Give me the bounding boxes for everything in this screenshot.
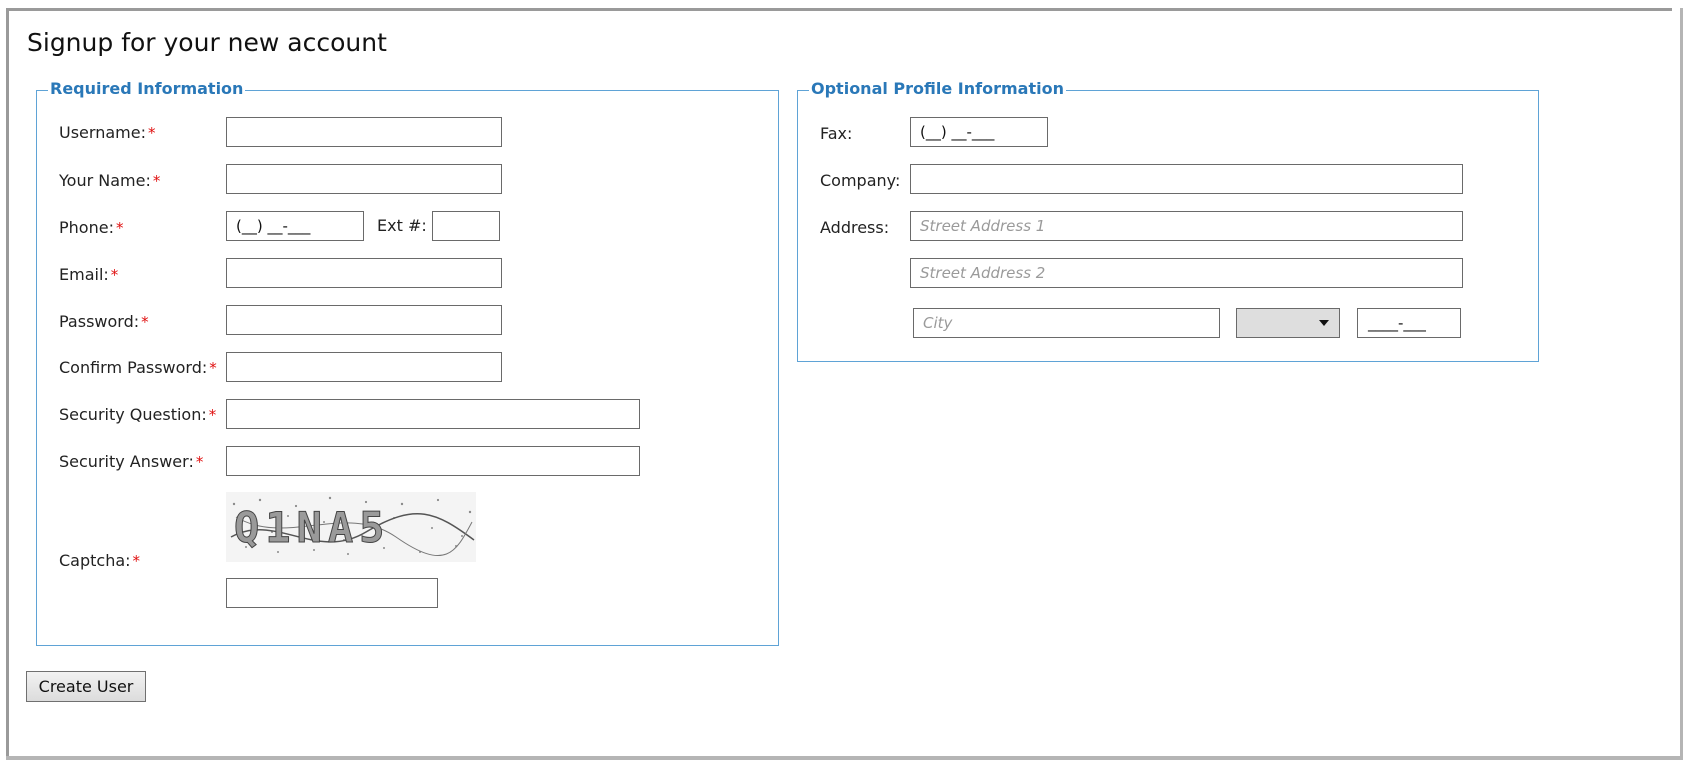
company-input[interactable] [910, 164, 1463, 194]
address-label: Address: [820, 218, 890, 237]
your-name-label: Your Name: * [59, 171, 161, 190]
create-user-button[interactable]: Create User [26, 671, 146, 702]
captcha-graphic: Q1NA5 [226, 492, 476, 562]
street-address-1-input[interactable]: Street Address 1 [910, 211, 1463, 241]
window-shadow-bottom [6, 756, 1683, 760]
page-title: Signup for your new account [27, 28, 387, 57]
required-marker: * [141, 313, 149, 331]
username-label: Username: * [59, 123, 156, 142]
required-marker: * [208, 406, 217, 424]
email-label: Email: * [59, 265, 119, 284]
required-marker: * [195, 453, 204, 471]
phone-input[interactable]: (__) __-___ [226, 211, 364, 241]
window-shadow-right [1680, 8, 1683, 756]
city-input[interactable]: City [913, 308, 1220, 338]
zip-mask: ____-___ [1368, 314, 1426, 332]
ext-label: Ext #: [377, 216, 427, 235]
fax-input[interactable]: (__) __-___ [910, 117, 1048, 147]
required-marker: * [152, 172, 161, 190]
phone-mask: (__) __-___ [236, 217, 311, 235]
street-address-1-placeholder: Street Address 1 [920, 217, 1046, 235]
required-marker: * [132, 552, 141, 570]
required-marker: * [209, 359, 217, 377]
captcha-input[interactable] [226, 578, 438, 608]
security-question-input[interactable] [226, 399, 640, 429]
required-marker: * [147, 124, 156, 142]
street-address-2-placeholder: Street Address 2 [920, 264, 1046, 282]
password-label: Password: * [59, 312, 149, 331]
security-answer-input[interactable] [226, 446, 640, 476]
required-marker: * [110, 266, 119, 284]
city-placeholder: City [923, 314, 953, 332]
fax-mask: (__) __-___ [920, 123, 995, 141]
phone-label: Phone: * [59, 218, 124, 237]
zip-input[interactable]: ____-___ [1357, 308, 1461, 338]
company-label: Company: [820, 171, 901, 190]
state-select[interactable] [1236, 308, 1340, 338]
fax-label: Fax: [820, 124, 853, 143]
required-marker: * [115, 219, 124, 237]
username-input[interactable] [226, 117, 502, 147]
confirm-password-label: Confirm Password: * [59, 358, 217, 377]
password-input[interactable] [226, 305, 502, 335]
security-answer-label: Security Answer: * [59, 452, 204, 471]
captcha-label: Captcha: * [59, 551, 141, 570]
your-name-input[interactable] [226, 164, 502, 194]
street-address-2-input[interactable]: Street Address 2 [910, 258, 1463, 288]
security-question-label: Security Question: * [59, 405, 217, 424]
confirm-password-input[interactable] [226, 352, 502, 382]
captcha-text: Q1NA5 [234, 503, 390, 552]
captcha-image: Q1NA5 [226, 492, 476, 562]
optional-profile-legend: Optional Profile Information [809, 79, 1066, 98]
dropdown-arrow-icon [1319, 320, 1329, 326]
email-input[interactable] [226, 258, 502, 288]
required-information-legend: Required Information [48, 79, 246, 98]
ext-input[interactable] [432, 211, 500, 241]
